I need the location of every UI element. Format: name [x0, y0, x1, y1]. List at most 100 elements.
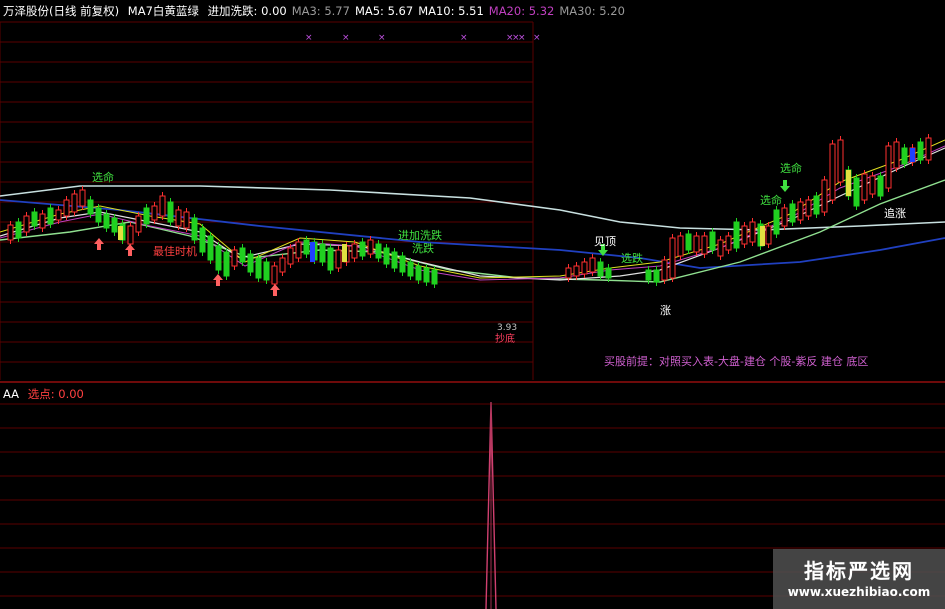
- candle-body: [589, 257, 596, 273]
- candle-body: [375, 243, 382, 259]
- annotation-top: 见顶: [594, 235, 616, 248]
- candle-body: [63, 199, 70, 217]
- candle-body: [287, 247, 294, 265]
- candle-body: [765, 225, 772, 245]
- candle-body: [335, 249, 342, 269]
- annotation-xuanming-2: 选命: [760, 194, 782, 207]
- annotation-zhang: 涨: [660, 304, 671, 317]
- candle-body: [725, 235, 732, 251]
- annotation-best-time: 最佳时机: [153, 245, 197, 258]
- candle-body: [893, 141, 900, 169]
- candle-body: [199, 227, 206, 253]
- candle-body: [901, 147, 908, 165]
- candle-body: [95, 207, 102, 223]
- sub-indicator-value: 0.00: [58, 387, 84, 401]
- candle-body: [693, 235, 700, 253]
- candle-body: [597, 261, 604, 277]
- annotation-price-low: 3.93: [497, 323, 518, 333]
- candle-body: [47, 207, 54, 225]
- candle-body: [813, 195, 820, 215]
- candle-body: [103, 213, 110, 229]
- x-mark: ×: [305, 33, 313, 43]
- candle-body: [279, 257, 286, 273]
- candle-body: [15, 221, 22, 239]
- sub-indicator-header: AA 选点: 0.00: [3, 386, 89, 402]
- candle-body: [885, 145, 892, 189]
- ma-item-0: 进加洗跌: 0.00: [207, 4, 287, 18]
- candle-body: [573, 265, 580, 277]
- candle-body: [351, 243, 358, 259]
- candle-body: [797, 201, 804, 221]
- candle-body: [837, 139, 844, 183]
- candle-body: [39, 213, 46, 229]
- candle-body: [645, 269, 652, 281]
- annotation-jinjia-xidie: 进加洗跌: [398, 229, 442, 242]
- candle-body: [581, 261, 588, 275]
- highlight-bar: [846, 170, 851, 196]
- annotation-xuanming-1: 选命: [92, 171, 114, 184]
- buy-arrow-icon: [125, 244, 135, 256]
- candle-body: [7, 224, 14, 241]
- indicator-name: MA7白黄蓝绿: [127, 4, 199, 18]
- ma-item-5: MA30: 5.20: [559, 4, 625, 18]
- candle-body: [55, 209, 62, 221]
- candlestick-chart: × × × × ××× ×: [0, 21, 945, 609]
- candle-body: [781, 207, 788, 227]
- candle-body: [127, 225, 134, 245]
- candle-body: [175, 209, 182, 227]
- candle-body: [701, 235, 708, 255]
- candle-body: [31, 211, 38, 227]
- highlight-bar: [342, 244, 347, 262]
- candle-body: [399, 255, 406, 273]
- candle-body: [135, 215, 142, 233]
- candle-body: [151, 205, 158, 221]
- candle-body: [111, 217, 118, 233]
- highlight-bar: [310, 242, 315, 262]
- candle-body: [223, 251, 230, 277]
- candle-body: [877, 175, 884, 197]
- candle-body: [431, 269, 438, 285]
- candle-body: [861, 173, 868, 201]
- annotation-xidie: 洗跌: [412, 242, 434, 255]
- candle-body: [821, 179, 828, 213]
- stock-chart-window: { "header": { "stock_name": "万泽股份(日线 前复权…: [0, 0, 945, 609]
- candle-body: [79, 189, 86, 207]
- candle-body: [71, 193, 78, 213]
- ma-values: 进加洗跌: 0.00 MA3: 5.77 MA5: 5.67 MA10: 5.51 MA…: [208, 4, 630, 18]
- candle-body: [143, 207, 150, 225]
- candle-body: [925, 137, 932, 161]
- candle-body: [231, 249, 238, 267]
- ma-line-green: [0, 179, 945, 283]
- sub-indicator-name: AA: [3, 387, 20, 401]
- annotation-xuanming-3: 选命: [780, 162, 802, 175]
- x-mark: ×: [342, 33, 350, 43]
- candle-body: [605, 267, 612, 279]
- ma-item-4: MA20: 5.32: [488, 4, 555, 18]
- candle-body: [207, 235, 214, 261]
- candle-body: [407, 261, 414, 277]
- candle-body: [749, 221, 756, 243]
- candle-body: [391, 251, 398, 269]
- candle-body: [661, 259, 668, 281]
- stock-name: 万泽股份(日线 前复权): [3, 4, 120, 18]
- candle-body: [263, 261, 270, 281]
- candle-body: [669, 237, 676, 279]
- candle-body: [87, 199, 94, 215]
- annotation-low-marker: 抄底: [495, 334, 515, 345]
- main-indicator-header: 万泽股份(日线 前复权) MA7白黄蓝绿 进加洗跌: 0.00 MA3: 5.77…: [3, 2, 635, 20]
- candle-body: [853, 177, 860, 207]
- candle-body: [23, 215, 30, 233]
- candle-body: [271, 265, 278, 285]
- highlight-bar: [910, 148, 915, 162]
- candle-body: [215, 245, 222, 271]
- highlight-bar: [118, 226, 123, 240]
- buy-arrow-icon: [270, 284, 280, 296]
- candle-body: [653, 269, 660, 283]
- candle-body: [367, 239, 374, 255]
- highlight-bar: [760, 226, 765, 246]
- watermark-title: 指标严选网: [804, 559, 914, 583]
- candle-body: [869, 175, 876, 195]
- candle-body: [319, 243, 326, 263]
- candle-body: [327, 247, 334, 271]
- candle-body: [183, 211, 190, 229]
